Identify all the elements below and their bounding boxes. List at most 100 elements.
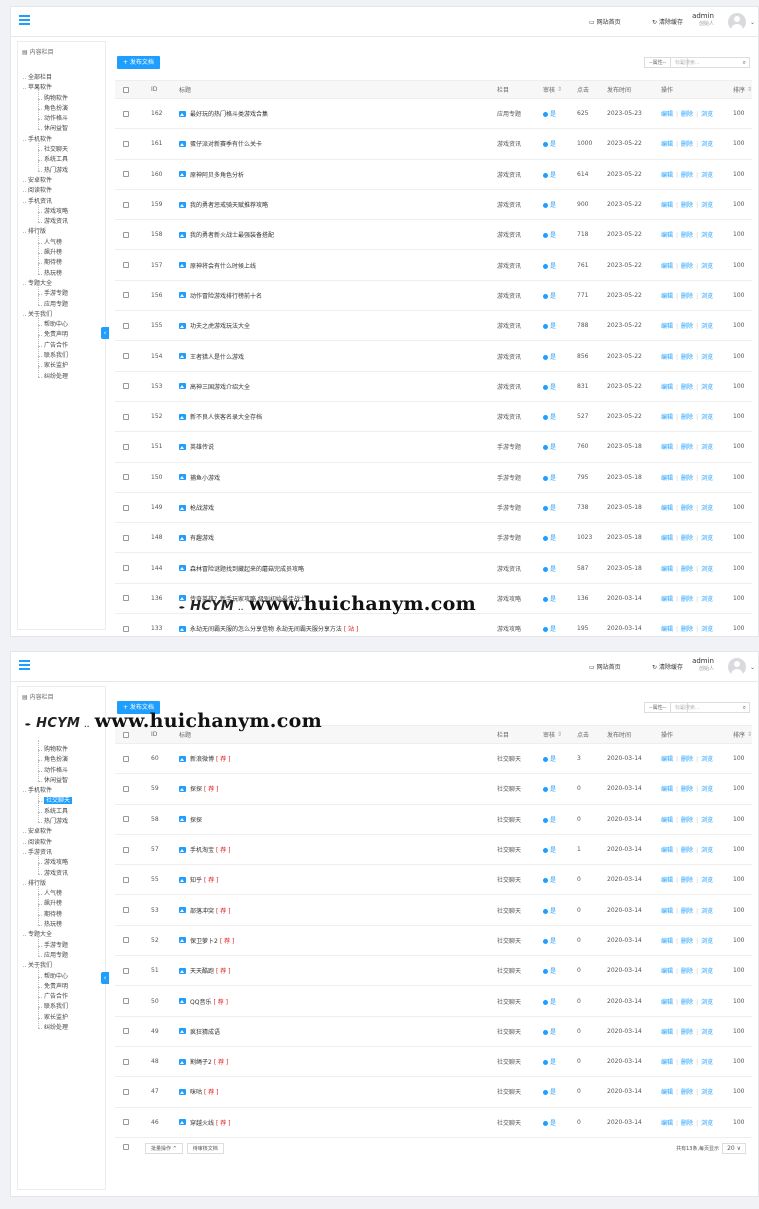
view-link[interactable]: 浏览 xyxy=(701,626,713,633)
document-title-link[interactable]: 永劫无间霸天服的怎么分享信物 永劫无间霸天服分享方法 xyxy=(190,624,342,633)
audit-status[interactable]: 是 xyxy=(543,624,556,633)
audit-status[interactable]: 是 xyxy=(543,1057,556,1066)
edit-link[interactable]: 编辑 xyxy=(661,908,673,915)
view-link[interactable]: 浏览 xyxy=(701,786,713,793)
tree-item[interactable]: 广告合作 xyxy=(22,986,106,1002)
view-link[interactable]: 浏览 xyxy=(701,323,713,330)
tree-item[interactable]: 联系我们 xyxy=(22,345,106,361)
view-link[interactable]: 浏览 xyxy=(701,263,713,270)
row-checkbox[interactable] xyxy=(123,1028,129,1035)
document-title-link[interactable]: 穿越火线 xyxy=(190,1118,214,1127)
row-checkbox[interactable] xyxy=(123,876,129,883)
document-title-link[interactable]: 动作冒险游戏排行榜前十名 xyxy=(190,291,262,300)
tree-item[interactable]: 阅读软件 xyxy=(22,186,106,196)
edit-link[interactable]: 编辑 xyxy=(661,786,673,793)
audit-status[interactable]: 是 xyxy=(543,261,556,270)
row-checkbox[interactable] xyxy=(123,1058,129,1065)
clear-cache-link[interactable]: ↻ 清除缓存 xyxy=(652,17,683,26)
tree-item[interactable]: 免责声明 xyxy=(22,325,106,340)
edit-link[interactable]: 编辑 xyxy=(661,232,673,239)
search-icon[interactable]: ⌕ xyxy=(743,703,746,713)
delete-link[interactable]: 删除 xyxy=(681,354,693,361)
view-link[interactable]: 浏览 xyxy=(701,938,713,945)
audit-status[interactable]: 是 xyxy=(543,473,556,482)
page-size-select[interactable]: 20 ∨ xyxy=(722,1142,746,1154)
row-checkbox[interactable] xyxy=(123,785,129,792)
tree-item[interactable]: 手游专题 xyxy=(22,935,106,951)
edit-link[interactable]: 编辑 xyxy=(661,384,673,391)
view-link[interactable]: 浏览 xyxy=(701,111,713,118)
tree-item[interactable]: 游戏攻略 xyxy=(22,201,106,217)
edit-link[interactable]: 编辑 xyxy=(661,505,673,512)
tree-item[interactable]: 购物软件 xyxy=(22,739,106,755)
audit-status[interactable]: 是 xyxy=(543,875,556,884)
chevron-down-icon[interactable]: ⌄ xyxy=(750,19,755,26)
document-title-link[interactable]: 天天酷跑 xyxy=(190,966,214,975)
row-checkbox[interactable] xyxy=(123,140,129,147)
tree-item[interactable]: 联系我们 xyxy=(22,997,106,1012)
edit-link[interactable]: 编辑 xyxy=(661,566,673,573)
site-home-link[interactable]: ▭ 网站首页 xyxy=(589,662,621,671)
clear-cache-link[interactable]: ↻ 清除缓存 xyxy=(652,662,683,671)
audit-status[interactable]: 是 xyxy=(543,1027,556,1036)
delete-link[interactable]: 删除 xyxy=(681,505,693,512)
tree-item[interactable]: 手游资讯 xyxy=(22,848,106,858)
document-title-link[interactable]: QQ音乐 xyxy=(190,997,211,1006)
row-checkbox[interactable] xyxy=(123,262,129,269)
view-link[interactable]: 浏览 xyxy=(701,444,713,451)
delete-link[interactable]: 删除 xyxy=(681,263,693,270)
tree-item[interactable]: 应用专题 xyxy=(22,945,106,961)
delete-link[interactable]: 删除 xyxy=(681,877,693,884)
audit-status[interactable]: 是 xyxy=(543,845,556,854)
document-title-link[interactable]: 手机淘宝 xyxy=(190,845,214,854)
row-checkbox[interactable] xyxy=(123,755,129,762)
chevron-down-icon[interactable]: ⌄ xyxy=(750,664,755,671)
site-home-link[interactable]: ▭ 网站首页 xyxy=(589,17,621,26)
sort-icon[interactable]: ⇕ xyxy=(747,86,752,93)
tree-item[interactable]: 人气榜 xyxy=(22,884,106,899)
edit-link[interactable]: 编辑 xyxy=(661,202,673,209)
audit-status[interactable]: 是 xyxy=(543,936,556,945)
delete-link[interactable]: 删除 xyxy=(681,1089,693,1096)
view-link[interactable]: 浏览 xyxy=(701,1089,713,1096)
row-checkbox[interactable] xyxy=(123,846,129,853)
audit-status[interactable]: 是 xyxy=(543,754,556,763)
audit-status[interactable]: 是 xyxy=(543,906,556,915)
row-checkbox[interactable] xyxy=(123,1088,129,1095)
tree-item[interactable]: 游戏资讯 xyxy=(22,863,106,879)
tree-item[interactable]: 购物软件 xyxy=(22,88,106,104)
edit-link[interactable]: 编辑 xyxy=(661,323,673,330)
delete-link[interactable]: 删除 xyxy=(681,475,693,482)
sort-icon[interactable]: ⇕ xyxy=(747,731,752,738)
tree-item[interactable]: 纠纷处理 xyxy=(22,1017,106,1033)
collapse-sidebar-icon[interactable]: ‹ xyxy=(101,972,109,984)
view-link[interactable]: 浏览 xyxy=(701,877,713,884)
collapse-sidebar-icon[interactable]: ‹ xyxy=(101,327,109,339)
edit-link[interactable]: 编辑 xyxy=(661,938,673,945)
audit-status[interactable]: 是 xyxy=(543,1087,556,1096)
tree-item[interactable]: 社交聊天 xyxy=(22,791,106,806)
row-checkbox[interactable] xyxy=(123,1119,129,1126)
document-title-link[interactable]: 蛋仔派对新赛季有什么关卡 xyxy=(190,139,262,148)
tree-item[interactable]: 动作格斗 xyxy=(22,109,106,124)
delete-link[interactable]: 删除 xyxy=(681,847,693,854)
delete-link[interactable]: 删除 xyxy=(681,1120,693,1127)
delete-link[interactable]: 删除 xyxy=(681,293,693,300)
sort-icon[interactable]: ⇕ xyxy=(557,731,562,738)
view-link[interactable]: 浏览 xyxy=(701,817,713,824)
audit-status[interactable]: 是 xyxy=(543,200,556,209)
document-title-link[interactable]: 森林冒险谜题找到藏起来的蘑菇完成员攻略 xyxy=(190,564,304,573)
row-checkbox[interactable] xyxy=(123,565,129,572)
menu-toggle-icon[interactable] xyxy=(19,15,30,25)
tree-item[interactable]: 游戏攻略 xyxy=(22,853,106,868)
tree-item[interactable]: 动作格斗 xyxy=(22,760,106,776)
tree-item[interactable]: 帮助中心 xyxy=(22,314,106,330)
edit-link[interactable]: 编辑 xyxy=(661,444,673,451)
tree-item[interactable]: 阅读软件 xyxy=(22,838,106,848)
row-checkbox[interactable] xyxy=(123,816,129,823)
delete-link[interactable]: 删除 xyxy=(681,384,693,391)
tree-item[interactable]: 专题大全 xyxy=(22,930,106,940)
edit-link[interactable]: 编辑 xyxy=(661,354,673,361)
row-checkbox[interactable] xyxy=(123,443,129,450)
tree-item[interactable]: 手游专题 xyxy=(22,284,106,299)
